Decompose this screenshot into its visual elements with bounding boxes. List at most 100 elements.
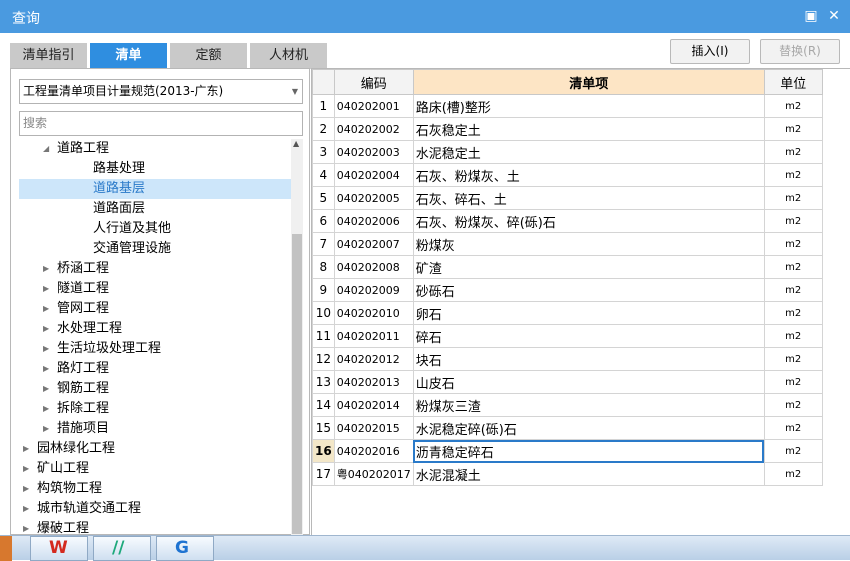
code-cell[interactable]: 040202001	[333, 94, 414, 118]
code-cell[interactable]: 040202011	[333, 324, 414, 348]
tree-item[interactable]: ▶ 钢筋工程	[19, 379, 291, 399]
chevron-down-icon[interactable]: ▼	[292, 80, 298, 103]
tree-item[interactable]: ▶ 隧道工程	[19, 279, 291, 299]
unit-cell[interactable]: m2	[763, 370, 823, 394]
unit-cell[interactable]: m2	[763, 163, 823, 187]
unit-cell[interactable]: m2	[763, 94, 823, 118]
unit-cell[interactable]: m2	[763, 324, 823, 348]
tab-materials[interactable]: 人材机	[250, 43, 327, 69]
table-row[interactable]: 1 040202001 路床(槽)整形 m2	[312, 94, 823, 118]
code-cell[interactable]: 040202010	[333, 301, 414, 325]
expand-icon[interactable]: ▶	[43, 299, 49, 319]
table-row[interactable]: 13 040202013 山皮石 m2	[312, 370, 823, 394]
scroll-thumb[interactable]	[292, 234, 302, 534]
row-number-cell[interactable]: 15	[312, 416, 335, 440]
code-cell[interactable]: 040202006	[333, 209, 414, 233]
unit-cell[interactable]: m2	[763, 301, 823, 325]
code-cell[interactable]: 040202009	[333, 278, 414, 302]
expand-icon[interactable]: ▶	[23, 519, 29, 536]
code-cell[interactable]: 040202005	[333, 186, 414, 210]
name-cell[interactable]: 卵石	[412, 301, 765, 325]
unit-cell[interactable]: m2	[763, 186, 823, 210]
code-cell[interactable]: 040202004	[333, 163, 414, 187]
name-cell[interactable]: 粉煤灰	[412, 232, 765, 256]
code-cell[interactable]: 040202003	[333, 140, 414, 164]
scroll-up-icon[interactable]: ▲	[293, 139, 299, 148]
row-number-cell[interactable]: 12	[312, 347, 335, 371]
name-cell[interactable]: 水泥混凝土	[412, 462, 765, 486]
name-cell[interactable]: 砂砾石	[412, 278, 765, 302]
row-number-cell[interactable]: 13	[312, 370, 335, 394]
table-row[interactable]: 4 040202004 石灰、粉煤灰、土 m2	[312, 163, 823, 187]
code-cell[interactable]: 040202014	[333, 393, 414, 417]
row-number-cell[interactable]: 11	[312, 324, 335, 348]
expand-icon[interactable]: ▶	[43, 399, 49, 419]
tree-item[interactable]: ▶ 措施项目	[19, 419, 291, 439]
tree-item[interactable]: ▶ 路灯工程	[19, 359, 291, 379]
tree-item[interactable]: 道路面层	[19, 199, 291, 219]
name-cell[interactable]: 粉煤灰三渣	[412, 393, 765, 417]
tree-item[interactable]: ▶ 园林绿化工程	[19, 439, 291, 459]
tree-item[interactable]: ▶ 水处理工程	[19, 319, 291, 339]
tree-item[interactable]: ▶ 拆除工程	[19, 399, 291, 419]
table-row[interactable]: 3 040202003 水泥稳定土 m2	[312, 140, 823, 164]
tab-guide[interactable]: 清单指引	[10, 43, 87, 69]
table-row[interactable]: 9 040202009 砂砾石 m2	[312, 278, 823, 302]
code-cell[interactable]: 040202015	[333, 416, 414, 440]
unit-cell[interactable]: m2	[763, 209, 823, 233]
tree-item[interactable]: ◢ 道路工程	[19, 139, 291, 159]
unit-cell[interactable]: m2	[763, 232, 823, 256]
expand-icon[interactable]: ▶	[43, 319, 49, 339]
table-row[interactable]: 6 040202006 石灰、粉煤灰、碎(砾)石 m2	[312, 209, 823, 233]
row-number-cell[interactable]: 9	[312, 278, 335, 302]
name-cell[interactable]: 碎石	[412, 324, 765, 348]
close-icon[interactable]: ✕	[826, 8, 842, 24]
tree-item[interactable]: ▶ 城市轨道交通工程	[19, 499, 291, 519]
row-number-cell[interactable]: 3	[312, 140, 335, 164]
code-cell[interactable]: 040202008	[333, 255, 414, 279]
expand-icon[interactable]: ▶	[43, 339, 49, 359]
row-number-cell[interactable]: 10	[312, 301, 335, 325]
search-input[interactable]: 搜索	[19, 111, 303, 136]
unit-cell[interactable]: m2	[763, 255, 823, 279]
row-number-cell[interactable]: 2	[312, 117, 335, 141]
row-number-cell[interactable]: 14	[312, 393, 335, 417]
insert-button[interactable]: 插入(I)	[670, 39, 750, 64]
name-cell[interactable]: 路床(槽)整形	[412, 94, 765, 118]
table-row[interactable]: 16 040202016 沥青稳定碎石 m2	[312, 439, 823, 463]
row-number-cell[interactable]: 8	[312, 255, 335, 279]
expand-icon[interactable]: ▶	[23, 499, 29, 519]
row-number-cell[interactable]: 4	[312, 163, 335, 187]
replace-button[interactable]: 替换(R)	[760, 39, 840, 64]
table-row[interactable]: 17 粤040202017 水泥混凝土 m2	[312, 462, 823, 486]
row-number-cell[interactable]: 7	[312, 232, 335, 256]
expand-icon[interactable]: ▶	[23, 439, 29, 459]
unit-cell[interactable]: m2	[763, 278, 823, 302]
tree-item[interactable]: ▶ 构筑物工程	[19, 479, 291, 499]
table-row[interactable]: 10 040202010 卵石 m2	[312, 301, 823, 325]
unit-cell[interactable]: m2	[763, 462, 823, 486]
expand-icon[interactable]: ▶	[43, 359, 49, 379]
wps-icon[interactable]: W	[30, 536, 88, 561]
name-cell[interactable]: 山皮石	[412, 370, 765, 394]
standard-select[interactable]: 工程量清单项目计量规范(2013-广东) ▼	[19, 79, 303, 104]
row-number-cell[interactable]: 5	[312, 186, 335, 210]
code-cell[interactable]: 040202002	[333, 117, 414, 141]
name-cell[interactable]: 水泥稳定土	[412, 140, 765, 164]
name-cell[interactable]: 石灰稳定土	[412, 117, 765, 141]
name-cell[interactable]: 水泥稳定碎(砾)石	[412, 416, 765, 440]
expand-icon[interactable]: ▶	[43, 259, 49, 279]
tree-item[interactable]: ▶ 爆破工程	[19, 519, 291, 536]
tree-item[interactable]: ▶ 桥涵工程	[19, 259, 291, 279]
row-number-cell[interactable]: 1	[312, 94, 335, 118]
unit-cell[interactable]: m2	[763, 439, 823, 463]
table-row[interactable]: 15 040202015 水泥稳定碎(砾)石 m2	[312, 416, 823, 440]
tree-scrollbar[interactable]: ▲	[291, 139, 303, 536]
expand-icon[interactable]: ▶	[23, 479, 29, 499]
tree-item[interactable]: ▶ 管网工程	[19, 299, 291, 319]
table-row[interactable]: 11 040202011 碎石 m2	[312, 324, 823, 348]
code-cell[interactable]: 040202007	[333, 232, 414, 256]
tree-item[interactable]: 道路基层	[19, 179, 291, 199]
expand-icon[interactable]: ▶	[43, 419, 49, 439]
tab-list[interactable]: 清单	[90, 43, 167, 69]
